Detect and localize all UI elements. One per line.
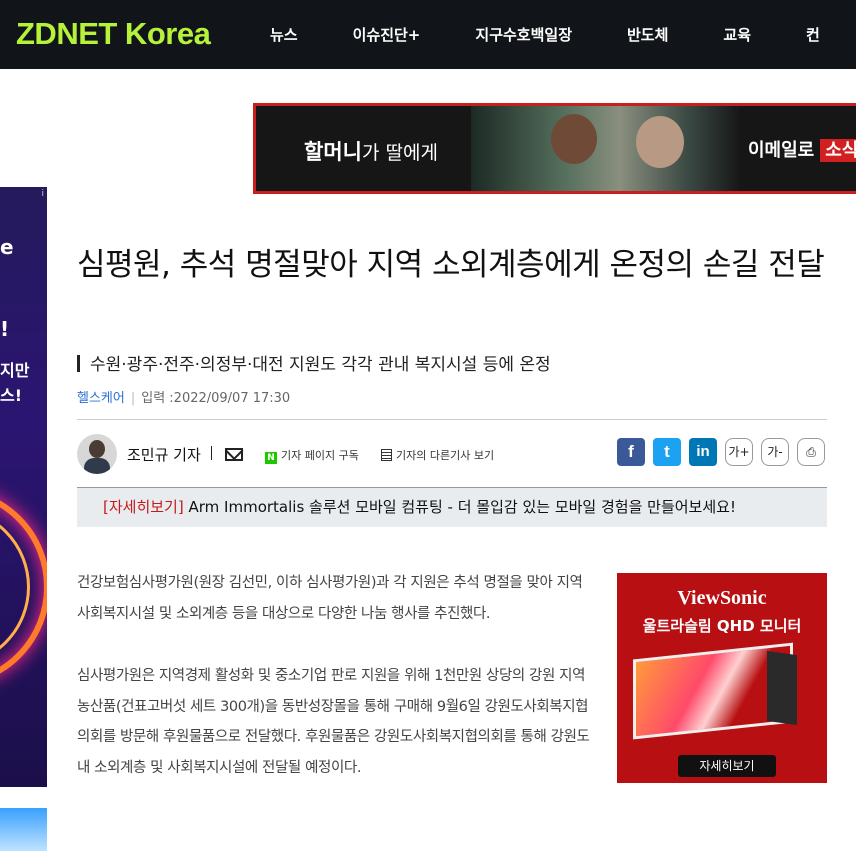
nav-item-contest[interactable]: 지구수호백일장 bbox=[475, 24, 572, 45]
article-headline: 심평원, 추석 명절맞아 지역 소외계층에게 온정의 손길 전달 bbox=[77, 247, 825, 283]
font-decrease-button[interactable]: 가- bbox=[761, 438, 789, 466]
ad-brand: ViewSonic bbox=[677, 587, 767, 609]
ad-info-icon[interactable]: i bbox=[41, 189, 44, 199]
naver-icon: N bbox=[265, 452, 277, 464]
subscribe-reporter-link[interactable]: N 기자 페이지 구독 bbox=[265, 447, 359, 464]
print-button[interactable]: ⎙ bbox=[797, 438, 825, 466]
monitor-image bbox=[767, 650, 797, 726]
article-body: 건강보험심사평가원(원장 김선민, 이하 심사평가원)과 각 지원은 추석 명절… bbox=[77, 568, 597, 815]
share-buttons: f t in 가+ 가- ⎙ bbox=[617, 438, 833, 468]
nav-item-news[interactable]: 뉴스 bbox=[270, 24, 298, 45]
top-banner-ad[interactable]: 할머니가 딸에게 이메일로 소식 bbox=[253, 103, 856, 194]
divider bbox=[211, 446, 212, 460]
site-logo[interactable]: ZDNET Korea bbox=[16, 14, 211, 54]
mail-icon[interactable] bbox=[225, 448, 243, 461]
twitter-share-button[interactable]: t bbox=[653, 438, 681, 466]
article-paragraph: 심사평가원은 지역경제 활성화 및 중소기업 판로 지원을 위해 1천만원 상당… bbox=[77, 668, 590, 776]
print-icon: ⎙ bbox=[806, 445, 816, 459]
nav-item-issue[interactable]: 이슈진단+ bbox=[353, 24, 421, 45]
article-subhead: 수원·광주·전주·의정부·대전 지원도 각각 관내 복지시설 등에 온정 bbox=[77, 350, 551, 375]
linkedin-share-button[interactable]: in bbox=[689, 438, 717, 466]
ad-detail-button[interactable]: 자세히보기 bbox=[678, 755, 776, 777]
author-row: 조민규 기자 N 기자 페이지 구독 기자의 다른기사 보기 f t in 가+ … bbox=[77, 434, 827, 474]
publish-date: 입력 :2022/09/07 17:30 bbox=[141, 391, 291, 406]
list-icon bbox=[381, 449, 392, 461]
left-ad-text: 스! bbox=[0, 386, 23, 405]
ad-subtitle: 울트라슬림 QHD 모니터 bbox=[642, 617, 802, 635]
main-nav: 뉴스 이슈진단+ 지구수호백일장 반도체 교육 컨 bbox=[270, 0, 856, 69]
banner-person-grandmother bbox=[636, 116, 684, 168]
banner-right-text: 이메일로 소식 bbox=[748, 136, 856, 162]
top-navigation-bar: ZDNET Korea 뉴스 이슈진단+ 지구수호백일장 반도체 교육 컨 bbox=[0, 0, 856, 69]
promo-link[interactable]: [자세히보기] Arm Immortalis 솔루션 모바일 컴퓨팅 - 더 몰… bbox=[77, 487, 827, 527]
banner-left-text: 할머니가 딸에게 bbox=[304, 140, 438, 164]
category-link[interactable]: 헬스케어 bbox=[77, 391, 125, 406]
nav-item-education[interactable]: 교육 bbox=[723, 24, 751, 45]
facebook-share-button[interactable]: f bbox=[617, 438, 645, 466]
banner-photo bbox=[471, 106, 741, 191]
banner-tag: 소식 bbox=[820, 139, 856, 162]
left-ad-text: e bbox=[0, 235, 14, 259]
article-meta: 헬스케어 | 입력 :2022/09/07 17:30 bbox=[77, 391, 291, 406]
nav-item-more[interactable]: 컨 bbox=[806, 24, 820, 45]
banner-person-young bbox=[551, 114, 597, 164]
author-name[interactable]: 조민규 기자 bbox=[127, 444, 201, 465]
divider bbox=[77, 419, 827, 420]
side-ad[interactable]: ViewSonic 울트라슬림 QHD 모니터 자세히보기 bbox=[617, 573, 827, 783]
left-ad-text: ! bbox=[0, 317, 10, 341]
left-side-ad-2[interactable] bbox=[0, 808, 47, 851]
left-ad-text: 지만 bbox=[0, 361, 30, 380]
subhead-bar bbox=[77, 355, 80, 372]
author-avatar[interactable] bbox=[77, 434, 117, 474]
article-paragraph: 건강보험심사평가원(원장 김선민, 이하 심사평가원)과 각 지원은 추석 명절… bbox=[77, 575, 583, 622]
left-side-ad[interactable]: i e ! 지만 스! bbox=[0, 187, 47, 787]
font-increase-button[interactable]: 가+ bbox=[725, 438, 753, 466]
other-articles-link[interactable]: 기자의 다른기사 보기 bbox=[381, 447, 494, 463]
nav-item-semiconductor[interactable]: 반도체 bbox=[627, 24, 668, 45]
